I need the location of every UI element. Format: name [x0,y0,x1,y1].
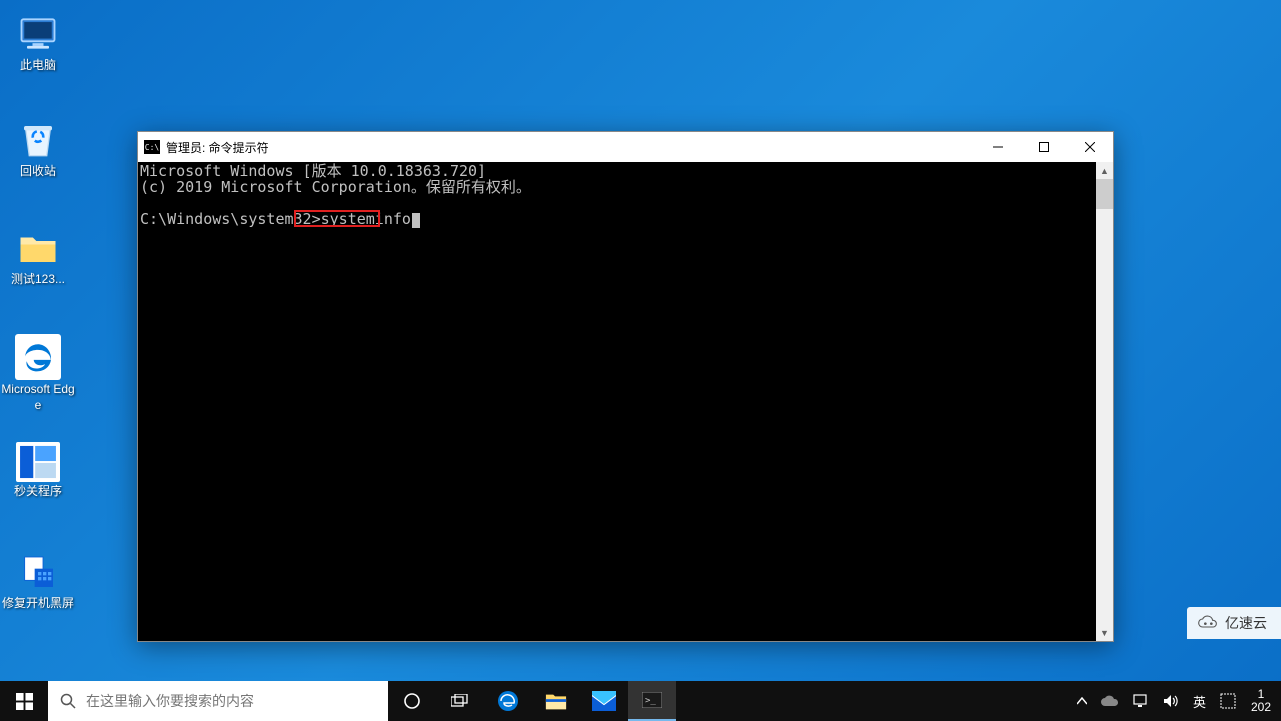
cmd-icon: C:\ [144,140,160,154]
desktop: 此电脑 回收站 测试123... Microsoft Edge 秒关程序 修复开… [0,0,1281,681]
cmd-command: systeminfo [321,210,411,228]
desktop-icon-sec-close[interactable]: 秒关程序 [0,442,76,500]
watermark: 亿速云 [1187,607,1281,639]
tray-chevron-up-icon[interactable] [1074,697,1090,705]
start-button[interactable] [0,681,48,721]
desktop-icon-recycle-bin[interactable]: 回收站 [0,118,76,180]
desktop-icon-label: 修复开机黑屏 [0,596,76,612]
this-pc-icon [16,12,60,56]
search-input[interactable] [86,693,376,709]
watermark-text: 亿速云 [1225,613,1267,633]
scroll-up-icon[interactable]: ▲ [1096,162,1113,179]
cortana-button[interactable] [388,681,436,721]
tray-ime-icon[interactable] [1217,693,1239,709]
taskbar-app-explorer[interactable] [532,681,580,721]
scroll-down-icon[interactable]: ▼ [1096,624,1113,641]
window-title: 管理员: 命令提示符 [166,139,269,156]
system-tray: 英 1 202 [1068,681,1281,721]
close-button[interactable] [1067,132,1113,162]
desktop-icon-label: Microsoft Edge [0,382,76,413]
tray-clock[interactable]: 1 202 [1247,688,1275,714]
tray-onedrive-icon[interactable] [1098,695,1122,707]
desktop-icon-label: 秒关程序 [0,484,76,500]
tray-network-icon[interactable] [1130,694,1152,708]
minimize-button[interactable] [975,132,1021,162]
fix-boot-icon [16,550,60,594]
cmd-icon: >_ [642,692,662,708]
cmd-prompt: C:\Windows\system32> [140,210,321,228]
scroll-thumb[interactable] [1096,179,1113,209]
desktop-icon-test-folder[interactable]: 测试123... [0,226,76,288]
cloud-icon [1197,615,1219,631]
scrollbar[interactable]: ▲ ▼ [1096,162,1113,641]
desktop-icon-label: 测试123... [0,272,76,288]
desktop-icon-fix-boot[interactable]: 修复开机黑屏 [0,550,76,612]
mail-icon [592,691,616,711]
task-view-icon [451,694,469,708]
edge-icon [15,334,61,380]
cmd-output: Microsoft Windows [版本 10.0.18363.720] (c… [138,162,1096,641]
cmd-body[interactable]: Microsoft Windows [版本 10.0.18363.720] (c… [138,162,1113,641]
tray-date-line: 202 [1251,701,1271,714]
cortana-icon [403,692,421,710]
edge-icon [496,689,520,713]
program-icon [16,442,60,482]
cursor [412,213,420,228]
desktop-icon-label: 此电脑 [0,58,76,74]
taskbar-app-cmd[interactable]: >_ [628,681,676,721]
titlebar[interactable]: C:\ 管理员: 命令提示符 [138,132,1113,162]
windows-icon [16,693,33,710]
search-icon [60,693,76,709]
desktop-icon-edge[interactable]: Microsoft Edge [0,334,76,413]
file-explorer-icon [545,691,567,711]
task-view-button[interactable] [436,681,484,721]
folder-icon [16,226,60,270]
svg-text:>_: >_ [645,696,656,706]
search-box[interactable] [48,681,388,721]
cmd-window: C:\ 管理员: 命令提示符 Microsoft Windows [版本 10.… [137,131,1114,642]
maximize-button[interactable] [1021,132,1067,162]
cmd-line: (c) 2019 Microsoft Corporation。保留所有权利。 [140,178,531,196]
recycle-bin-icon [16,118,60,162]
tray-volume-icon[interactable] [1160,694,1182,708]
tray-ime-lang[interactable]: 英 [1190,692,1209,711]
taskbar-app-mail[interactable] [580,681,628,721]
taskbar-app-edge[interactable] [484,681,532,721]
desktop-icon-label: 回收站 [0,164,76,180]
desktop-icon-this-pc[interactable]: 此电脑 [0,12,76,74]
taskbar: >_ 英 1 202 [0,681,1281,721]
